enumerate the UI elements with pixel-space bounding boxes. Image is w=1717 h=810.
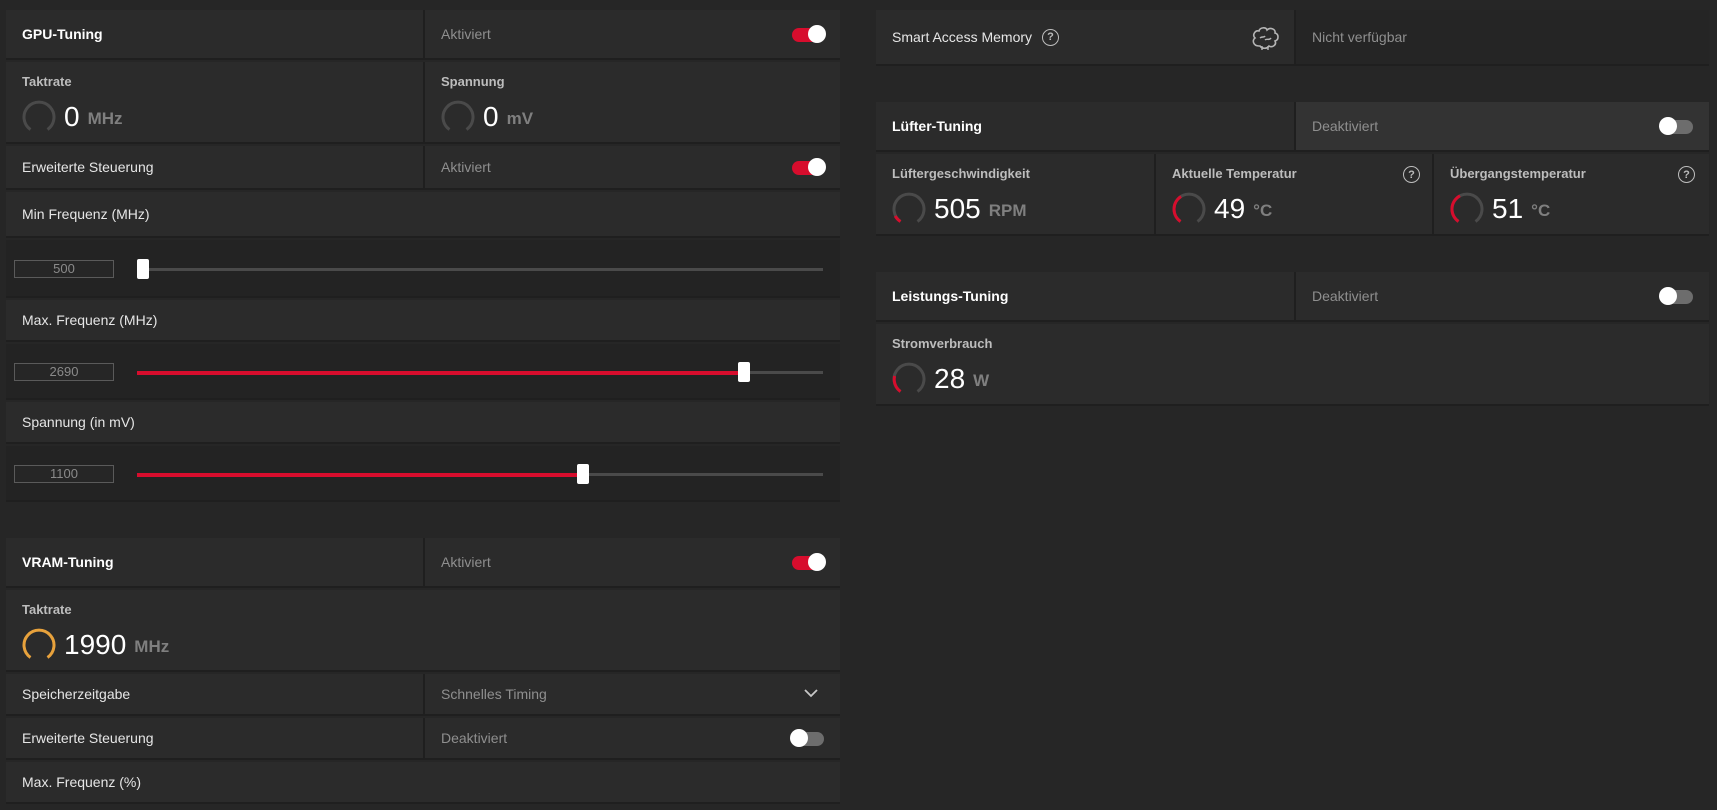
max-freq-fill [137, 370, 745, 375]
fan-metrics-row: Lüftergeschwindigkeit 505 RPM Aktuelle T… [876, 154, 1709, 236]
smart-access-memory-label: Smart Access Memory [892, 29, 1033, 45]
fan-tuning-header: Lüfter-Tuning Deaktiviert [876, 102, 1709, 152]
vram-advanced-control-row: Erweiterte Steuerung Deaktiviert [6, 718, 840, 760]
memory-timing-dropdown[interactable]: Schnelles Timing [423, 674, 840, 714]
gpu-voltage-label: Spannung [441, 74, 505, 89]
power-consumption-value: 28 [934, 363, 966, 394]
current-temp-gauge-icon [1172, 192, 1206, 223]
max-freq-slider[interactable] [137, 362, 823, 382]
gpu-advanced-toggle[interactable] [792, 158, 826, 176]
voltage-mv-thumb[interactable] [576, 464, 589, 484]
gpu-tuning-header: GPU-Tuning Aktiviert [6, 10, 840, 60]
vram-clock-unit: MHz [134, 637, 170, 656]
min-freq-slider-row: 500 [6, 240, 840, 298]
gpu-voltage-unit: mV [506, 109, 534, 128]
voltage-mv-slider-row: 1100 [6, 446, 840, 502]
max-freq-thumb[interactable] [738, 362, 751, 382]
power-tuning-title: Leistungs-Tuning [892, 288, 1009, 304]
current-temp-value: 49 [1214, 193, 1246, 224]
max-freq-label: Max. Frequenz (MHz) [22, 312, 158, 328]
current-temp-label: Aktuelle Temperatur [1172, 166, 1297, 181]
junction-temp-label: Übergangstemperatur [1450, 166, 1586, 181]
min-freq-thumb[interactable] [137, 259, 149, 279]
help-icon[interactable]: ? [1042, 28, 1060, 46]
vram-tuning-status: Aktiviert [441, 554, 491, 570]
junction-temp-metric: Übergangstemperatur ? 51 °C [1432, 154, 1709, 234]
min-freq-slider[interactable] [137, 259, 823, 279]
help-icon[interactable]: ? [1403, 166, 1420, 183]
vram-max-freq-row: Max. Frequenz (%) [6, 762, 840, 804]
memory-timing-value: Schnelles Timing [441, 686, 547, 702]
gpu-clock-value: 0 [64, 101, 80, 132]
vram-clock-label: Taktrate [22, 602, 72, 617]
vram-advanced-label: Erweiterte Steuerung [22, 730, 154, 746]
junction-temp-value: 51 [1492, 193, 1524, 224]
power-gauge-icon [892, 362, 926, 393]
memory-timing-row: Speicherzeitgabe Schnelles Timing [6, 674, 840, 716]
junction-temp-gauge-icon [1450, 192, 1484, 223]
voltage-mv-slider[interactable] [137, 464, 823, 484]
memory-timing-label: Speicherzeitgabe [22, 686, 131, 702]
vram-advanced-status: Deaktiviert [441, 730, 508, 746]
gpu-metrics-row: Taktrate 0 MHz Spannung 0 mV [6, 62, 840, 144]
vram-clock-gauge-icon [22, 628, 56, 659]
vram-max-freq-label: Max. Frequenz (%) [22, 774, 142, 790]
gpu-tuning-status: Aktiviert [441, 26, 491, 42]
voltage-mv-input[interactable]: 1100 [14, 465, 114, 483]
help-icon[interactable]: ? [1678, 166, 1695, 183]
gpu-tuning-toggle[interactable] [792, 25, 826, 43]
power-consumption-label: Stromverbrauch [892, 336, 993, 351]
max-freq-header: Max. Frequenz (MHz) [6, 300, 840, 342]
power-tuning-status: Deaktiviert [1312, 288, 1379, 304]
gpu-voltage-value: 0 [483, 101, 499, 132]
smart-access-memory-status: Nicht verfügbar [1312, 29, 1407, 45]
current-temp-metric: Aktuelle Temperatur ? 49 °C [1154, 154, 1434, 234]
vram-clock-row: Taktrate 1990 MHz [6, 590, 840, 672]
vram-tuning-header: VRAM-Tuning Aktiviert [6, 538, 840, 588]
min-freq-header: Min Frequenz (MHz) [6, 192, 840, 238]
junction-temp-unit: °C [1531, 201, 1551, 220]
chevron-down-icon[interactable] [804, 688, 818, 698]
vram-advanced-toggle[interactable] [790, 729, 824, 747]
vram-tuning-title: VRAM-Tuning [22, 554, 114, 570]
voltage-mv-header: Spannung (in mV) [6, 402, 840, 444]
max-freq-slider-row: 2690 [6, 344, 840, 400]
fan-tuning-title: Lüfter-Tuning [892, 118, 982, 134]
fan-speed-value: 505 [934, 193, 981, 224]
gpu-clock-metric: Taktrate 0 MHz [6, 62, 423, 142]
gpu-clock-gauge-icon [22, 100, 56, 131]
vram-tuning-toggle[interactable] [792, 553, 826, 571]
vram-clock-value: 1990 [64, 629, 127, 660]
power-metric-row: Stromverbrauch 28 W [876, 324, 1709, 406]
power-consumption-unit: W [973, 371, 990, 390]
min-freq-input[interactable]: 500 [14, 260, 114, 278]
gpu-voltage-metric: Spannung 0 mV [423, 62, 840, 142]
gpu-voltage-gauge-icon [441, 100, 475, 131]
fan-speed-unit: RPM [988, 201, 1027, 220]
gpu-clock-unit: MHz [87, 109, 123, 128]
brain-icon [1252, 27, 1279, 50]
gpu-advanced-label: Erweiterte Steuerung [22, 159, 154, 175]
gpu-advanced-control-row: Erweiterte Steuerung Aktiviert [6, 146, 840, 190]
fan-tuning-status: Deaktiviert [1312, 118, 1379, 134]
min-freq-label: Min Frequenz (MHz) [22, 206, 150, 222]
gpu-advanced-status: Aktiviert [441, 159, 491, 175]
smart-access-memory-row: Smart Access Memory ? Nicht verfügbar [876, 10, 1709, 66]
gpu-clock-label: Taktrate [22, 74, 72, 89]
fan-speed-label: Lüftergeschwindigkeit [892, 166, 1030, 181]
voltage-mv-fill [137, 472, 583, 477]
vram-clock-metric: Taktrate 1990 MHz [6, 590, 840, 670]
fan-speed-gauge-icon [892, 192, 926, 223]
gpu-tuning-title: GPU-Tuning [22, 26, 103, 42]
power-tuning-header: Leistungs-Tuning Deaktiviert [876, 272, 1709, 322]
voltage-mv-label: Spannung (in mV) [22, 414, 135, 430]
power-consumption-metric: Stromverbrauch 28 W [876, 324, 1709, 404]
fan-speed-metric: Lüftergeschwindigkeit 505 RPM [876, 154, 1154, 234]
power-tuning-toggle[interactable] [1659, 287, 1693, 305]
fan-tuning-toggle[interactable] [1659, 117, 1693, 135]
current-temp-unit: °C [1253, 201, 1273, 220]
max-freq-input[interactable]: 2690 [14, 363, 114, 381]
